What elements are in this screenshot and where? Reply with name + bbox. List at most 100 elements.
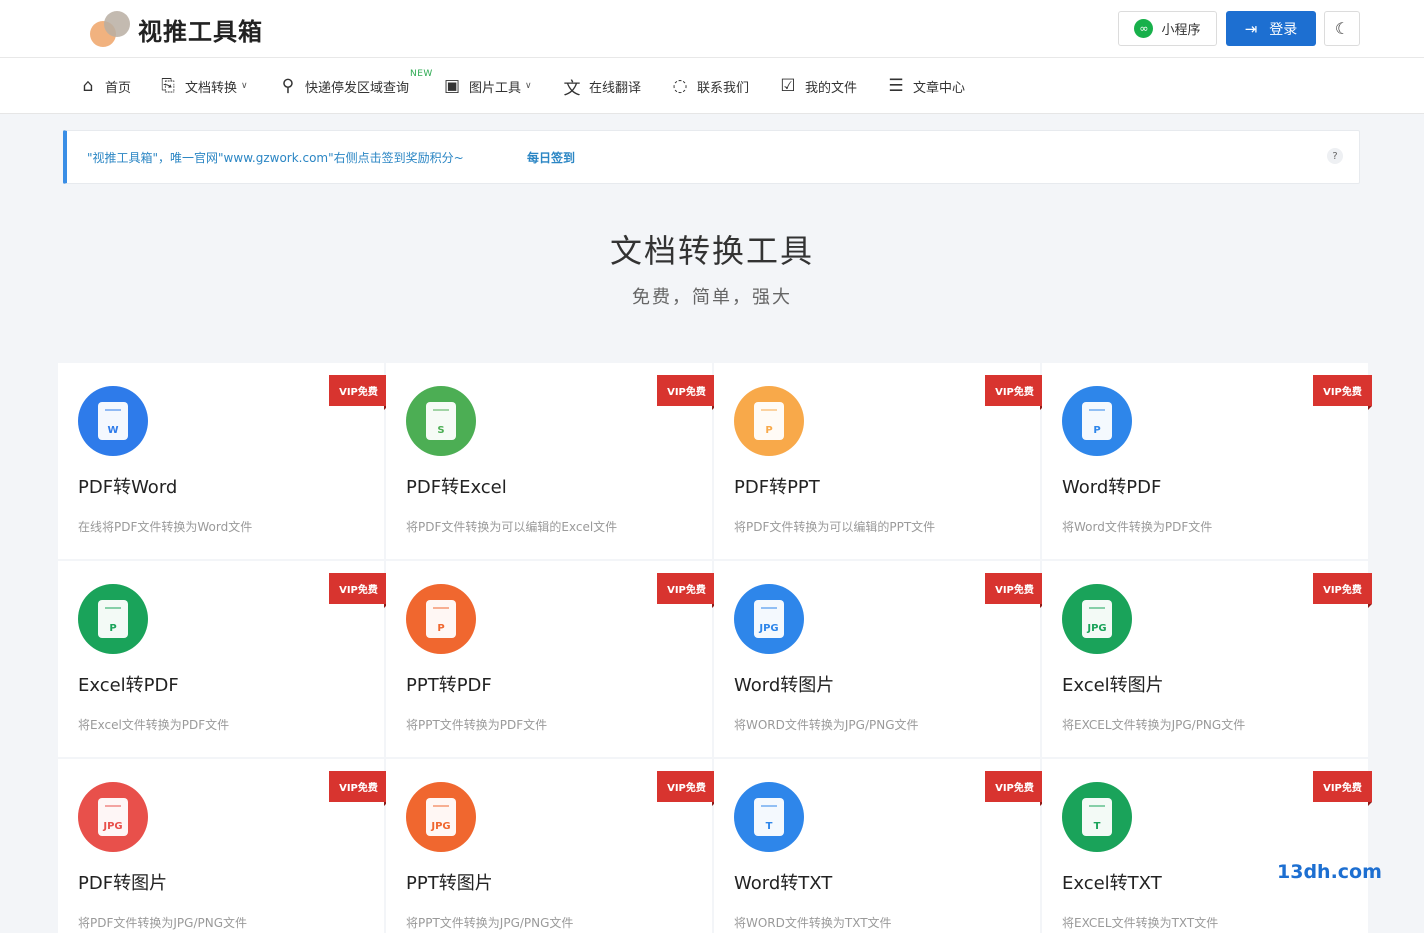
theme-toggle-button[interactable]: ☾ xyxy=(1324,11,1360,46)
tool-description: 将EXCEL文件转换为TXT文件 xyxy=(1062,916,1219,930)
nav-label: 联系我们 xyxy=(697,80,750,96)
tool-description: 在线将PDF文件转换为Word文件 xyxy=(78,520,253,534)
help-icon[interactable]: ? xyxy=(1327,148,1343,164)
tool-card[interactable]: S PDF转Excel 将PDF文件转换为可以编辑的Excel文件 VIP免费 xyxy=(386,363,716,559)
nav-item-home[interactable]: ⌂ 首页 xyxy=(78,58,131,114)
tool-card[interactable]: T Word转TXT 将WORD文件转换为TXT文件 VIP免费 xyxy=(714,759,1044,933)
user-search-icon: ⚲ xyxy=(281,76,295,96)
main-nav: ⌂ 首页 ⎘ 文档转换 ∨ ⚲ 快递停发区域查询 ▣ 图片工具 ∨ 文 在线翻译… xyxy=(0,58,1424,114)
vip-free-badge: VIP免费 xyxy=(985,573,1044,608)
tool-icon-mark: P xyxy=(1093,425,1101,436)
top-header: 视推工具箱 ∞ 小程序 ⇥ 登录 ☾ xyxy=(0,0,1424,58)
nav-item-articles[interactable]: ☰ 文章中心 xyxy=(886,58,965,114)
tool-icon-mark: P xyxy=(765,425,773,436)
vip-free-badge: VIP免费 xyxy=(985,375,1044,410)
tool-card[interactable]: P PDF转PPT 将PDF文件转换为可以编辑的PPT文件 VIP免费 xyxy=(714,363,1044,559)
tool-icon-mark: JPG xyxy=(431,821,451,832)
tool-icon: JPG xyxy=(734,584,804,654)
tool-icon: P xyxy=(1062,386,1132,456)
nav-label: 我的文件 xyxy=(805,80,858,96)
document-icon: JPG xyxy=(98,798,128,836)
tool-icon-mark: JPG xyxy=(103,821,123,832)
nav-item-doc-convert[interactable]: ⎘ 文档转换 ∨ xyxy=(158,58,248,114)
tool-card[interactable]: W PDF转Word 在线将PDF文件转换为Word文件 VIP免费 xyxy=(58,363,388,559)
nav-item-image-tools[interactable]: ▣ 图片工具 ∨ xyxy=(442,58,532,114)
vip-free-badge: VIP免费 xyxy=(657,573,716,608)
logo-mark-icon xyxy=(90,11,132,47)
tool-title: Excel转图片 xyxy=(1062,675,1164,696)
tool-icon: S xyxy=(406,386,476,456)
tool-icon-mark: JPG xyxy=(1087,623,1107,634)
tool-icon: P xyxy=(734,386,804,456)
tool-description: 将PPT文件转换为JPG/PNG文件 xyxy=(406,916,574,930)
tool-card[interactable]: JPG Excel转图片将EXCEL文件转换为JPG/PNG文件 VIP免费 xyxy=(1042,561,1372,757)
tool-title: PPT转PDF xyxy=(406,675,492,696)
image-icon: ▣ xyxy=(443,76,461,96)
tool-card[interactable]: P PPT转PDF 将PPT文件转换为PDF文件 VIP免费 xyxy=(386,561,716,757)
login-button[interactable]: ⇥ 登录 xyxy=(1226,11,1316,46)
tool-description: 将WORD文件转换为TXT文件 xyxy=(734,916,892,930)
tool-icon: JPG xyxy=(78,782,148,852)
vip-free-badge: VIP免费 xyxy=(657,771,716,806)
tool-description: 将EXCEL文件转换为JPG/PNG文件 xyxy=(1062,718,1246,732)
tool-description: 将PPT文件转换为PDF文件 xyxy=(406,718,548,732)
daily-checkin-link[interactable]: 每日签到 xyxy=(527,149,575,166)
tool-description: 将PDF文件转换为可以编辑的Excel文件 xyxy=(406,520,618,534)
document-icon: S xyxy=(426,402,456,440)
tool-icon: T xyxy=(734,782,804,852)
page-subtitle: 免费，简单，强大 xyxy=(632,287,792,308)
document-icon: T xyxy=(1082,798,1112,836)
tool-description: 将Word文件转换为PDF文件 xyxy=(1062,520,1213,534)
link-icon: ∞ xyxy=(1134,19,1154,38)
tool-icon: P xyxy=(406,584,476,654)
tool-title: Word转TXT xyxy=(734,873,833,894)
nav-item-my-files[interactable]: ☑ 我的文件 xyxy=(778,58,857,114)
page-title: 文档转换工具 xyxy=(609,232,814,270)
tool-icon: T xyxy=(1062,782,1132,852)
document-icon: W xyxy=(98,402,128,440)
tool-icon-mark: P xyxy=(437,623,445,634)
vip-free-badge: VIP免费 xyxy=(329,771,388,806)
tool-icon-mark: JPG xyxy=(759,623,779,634)
nav-item-translate[interactable]: 文 在线翻译 xyxy=(562,58,642,114)
nav-label: 文档转换 xyxy=(185,80,238,96)
nav-label: 在线翻译 xyxy=(589,80,642,96)
tool-icon-mark: T xyxy=(765,821,773,832)
tool-title: PDF转Excel xyxy=(406,477,507,498)
tool-description: 将PDF文件转换为可以编辑的PPT文件 xyxy=(734,520,936,534)
tool-icon-mark: P xyxy=(109,623,117,634)
tool-card[interactable]: P Excel转PDF 将Excel文件转换为PDF文件 VIP免费 xyxy=(58,561,388,757)
notice-text: "视推工具箱"，唯一官网"www.gzwork.com"右侧点击签到奖励积分~ xyxy=(87,151,464,165)
vip-free-badge: VIP免费 xyxy=(985,771,1044,806)
tool-icon-mark: T xyxy=(1093,821,1101,832)
tool-card[interactable]: T Excel转TXT 将EXCEL文件转换为TXT文件 VIP免费 xyxy=(1042,759,1372,933)
tool-card[interactable]: JPG PDF转图片 将PDF文件转换为JPG/PNG文件 VIP免费 xyxy=(58,759,388,933)
nav-item-express-query[interactable]: ⚲ 快递停发区域查询 xyxy=(278,58,409,114)
vip-free-badge: VIP免费 xyxy=(329,375,388,410)
tool-card[interactable]: P Word转PDF 将Word文件转换为PDF文件 VIP免费 xyxy=(1042,363,1372,559)
new-badge: NEW xyxy=(410,69,433,79)
file-check-icon: ☑ xyxy=(780,76,796,96)
site-logo[interactable]: 视推工具箱 xyxy=(90,11,263,47)
nav-item-contact[interactable]: ◌ 联系我们 xyxy=(670,58,749,114)
chevron-down-icon: ∨ xyxy=(241,81,248,91)
tool-card[interactable]: JPG PPT转图片 将PPT文件转换为JPG/PNG文件 VIP免费 xyxy=(386,759,716,933)
nav-label: 首页 xyxy=(105,80,132,96)
vip-free-badge: VIP免费 xyxy=(1313,771,1372,806)
nav-label: 文章中心 xyxy=(913,80,966,96)
tool-card[interactable]: JPG Word转图片将WORD文件转换为JPG/PNG文件 VIP免费 xyxy=(714,561,1044,757)
tool-title: Word转图片 xyxy=(734,675,835,696)
document-icon: P xyxy=(754,402,784,440)
document-icon: P xyxy=(98,600,128,638)
nav-label: 快递停发区域查询 xyxy=(305,80,410,96)
vip-free-badge: VIP免费 xyxy=(1313,573,1372,608)
vip-free-badge: VIP免费 xyxy=(329,573,388,608)
tool-description: 将WORD文件转换为JPG/PNG文件 xyxy=(734,718,919,732)
tool-title: Excel转TXT xyxy=(1062,873,1162,894)
document-icon: JPG xyxy=(754,600,784,638)
logo-text: 视推工具箱 xyxy=(138,17,263,46)
doc-convert-icon: ⎘ xyxy=(161,76,175,96)
mini-program-button[interactable]: ∞ 小程序 xyxy=(1118,11,1217,46)
document-icon: T xyxy=(754,798,784,836)
translate-icon: 文 xyxy=(563,78,581,99)
